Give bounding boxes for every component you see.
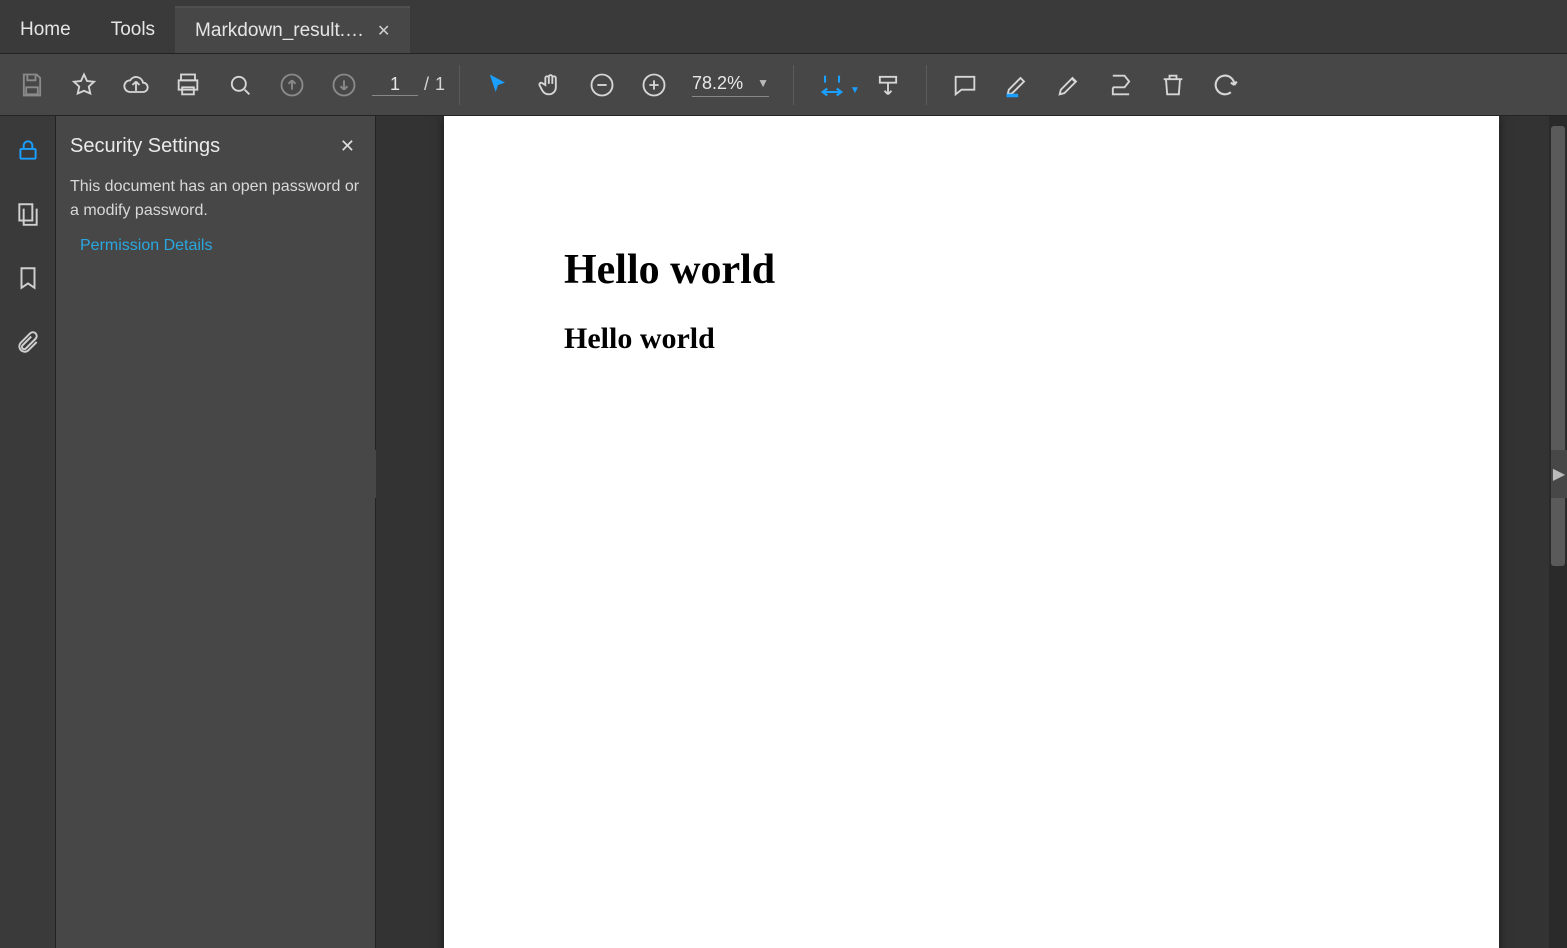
cloud-upload-icon[interactable] bbox=[112, 61, 160, 109]
tab-tools[interactable]: Tools bbox=[91, 6, 175, 53]
right-panel-expand-handle[interactable]: ▶ bbox=[1551, 450, 1567, 498]
erase-icon[interactable] bbox=[1097, 61, 1145, 109]
tab-home[interactable]: Home bbox=[0, 6, 91, 53]
tab-bar: Home Tools Markdown_result.p... ✕ bbox=[0, 6, 1567, 54]
toolbar-separator bbox=[793, 65, 794, 105]
lock-icon[interactable] bbox=[8, 130, 48, 170]
rotate-icon[interactable] bbox=[1201, 61, 1249, 109]
star-icon[interactable] bbox=[60, 61, 108, 109]
draw-icon[interactable] bbox=[1045, 61, 1093, 109]
bookmark-icon[interactable] bbox=[8, 258, 48, 298]
fit-dropdown-caret-icon[interactable]: ▼ bbox=[850, 85, 860, 96]
toolbar-separator bbox=[926, 65, 927, 105]
pdf-page: Hello world Hello world bbox=[444, 116, 1499, 948]
page-total: 1 bbox=[435, 74, 445, 95]
highlight-icon[interactable] bbox=[993, 61, 1041, 109]
reflow-icon[interactable] bbox=[864, 61, 912, 109]
tab-document[interactable]: Markdown_result.p... ✕ bbox=[175, 6, 410, 53]
zoom-value: 78.2% bbox=[692, 73, 743, 94]
main-area: Security Settings ✕ This document has an… bbox=[0, 116, 1567, 948]
doc-heading-1: Hello world bbox=[564, 246, 1379, 294]
thumbnails-icon[interactable] bbox=[8, 194, 48, 234]
doc-heading-2: Hello world bbox=[564, 322, 1379, 356]
zoom-in-icon[interactable] bbox=[630, 61, 678, 109]
panel-close-icon[interactable]: ✕ bbox=[334, 132, 361, 161]
dropdown-caret-icon: ▼ bbox=[757, 76, 769, 90]
tab-close-icon[interactable]: ✕ bbox=[377, 21, 390, 41]
print-icon[interactable] bbox=[164, 61, 212, 109]
hand-tool-icon[interactable] bbox=[526, 61, 574, 109]
security-panel: Security Settings ✕ This document has an… bbox=[56, 116, 376, 948]
left-rail bbox=[0, 116, 56, 948]
vertical-scrollbar[interactable] bbox=[1549, 116, 1567, 948]
page-indicator: / 1 bbox=[372, 74, 445, 96]
toolbar: / 1 78.2% ▼ ▼ bbox=[0, 54, 1567, 116]
panel-title: Security Settings bbox=[70, 135, 220, 158]
document-viewport[interactable]: Hello world Hello world bbox=[376, 116, 1567, 948]
page-separator: / bbox=[424, 74, 429, 95]
page-current-input[interactable] bbox=[372, 74, 418, 96]
panel-body-text: This document has an open password or a … bbox=[70, 175, 361, 223]
zoom-level[interactable]: 78.2% ▼ bbox=[692, 73, 769, 97]
zoom-out-icon[interactable] bbox=[578, 61, 626, 109]
save-icon[interactable] bbox=[8, 61, 56, 109]
select-tool-icon[interactable] bbox=[474, 61, 522, 109]
permission-details-link[interactable]: Permission Details bbox=[70, 237, 212, 255]
tab-document-label: Markdown_result.p... bbox=[195, 20, 365, 42]
trash-icon[interactable] bbox=[1149, 61, 1197, 109]
toolbar-separator bbox=[459, 65, 460, 105]
comment-icon[interactable] bbox=[941, 61, 989, 109]
page-down-icon[interactable] bbox=[320, 61, 368, 109]
scrollbar-thumb[interactable] bbox=[1551, 126, 1565, 566]
fit-width-icon[interactable] bbox=[808, 61, 856, 109]
attachment-icon[interactable] bbox=[8, 322, 48, 362]
search-icon[interactable] bbox=[216, 61, 264, 109]
page-up-icon[interactable] bbox=[268, 61, 316, 109]
